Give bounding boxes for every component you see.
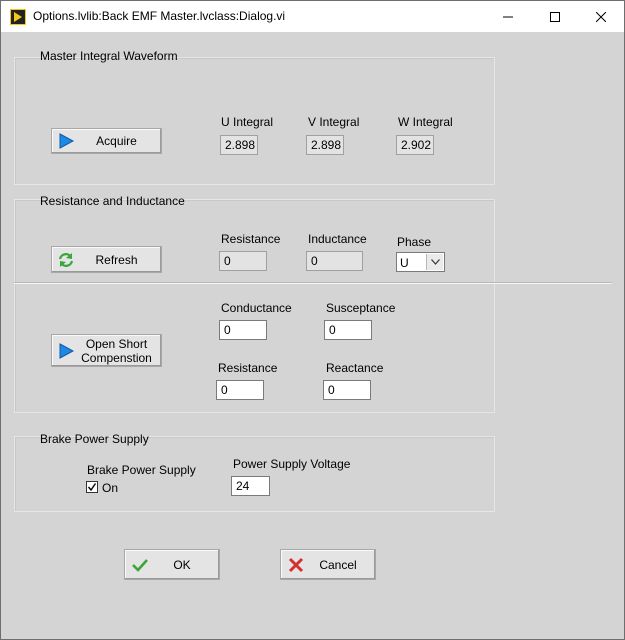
conductance-label: Conductance <box>221 301 292 315</box>
resistance-inductance-title: Resistance and Inductance <box>40 194 185 208</box>
inductance-label: Inductance <box>308 232 367 246</box>
brake-power-supply-label: Brake Power Supply <box>87 463 196 477</box>
open-short-compensation-button[interactable]: Open Short Compenstion <box>51 334 162 367</box>
refresh-button[interactable]: Refresh <box>51 246 162 273</box>
resistance-field: 0 <box>219 251 267 271</box>
phase-select[interactable]: U <box>396 252 445 272</box>
v-integral-field: 2.898 <box>306 135 344 155</box>
close-icon <box>596 11 606 22</box>
conductance-field[interactable]: 0 <box>219 320 267 340</box>
close-button[interactable] <box>578 1 624 32</box>
refresh-label: Refresh <box>95 252 138 267</box>
maximize-icon <box>550 11 560 22</box>
brake-power-title: Brake Power Supply <box>40 432 149 446</box>
v-integral-label: V Integral <box>308 115 360 129</box>
ok-label: OK <box>173 557 191 572</box>
comp-resistance-field[interactable]: 0 <box>216 380 264 400</box>
section-divider <box>14 282 612 284</box>
cancel-label: Cancel <box>319 557 357 572</box>
minimize-icon <box>503 16 513 17</box>
u-integral-field: 2.898 <box>220 135 258 155</box>
labview-app-icon <box>10 9 26 25</box>
inductance-field: 0 <box>306 251 363 271</box>
resistance-label: Resistance <box>221 232 281 246</box>
w-integral-label: W Integral <box>398 115 453 129</box>
cancel-x-icon <box>288 557 304 572</box>
brake-on-checkbox[interactable] <box>86 481 98 493</box>
window-title: Options.lvlib:Back EMF Master.lvclass:Di… <box>33 9 286 23</box>
chevron-down-icon[interactable] <box>426 254 443 270</box>
brake-on-label: On <box>102 481 119 495</box>
comp-resistance-label: Resistance <box>218 361 278 375</box>
reactance-field[interactable]: 0 <box>323 380 371 400</box>
open-short-compensation-label: Open Short Compenstion <box>81 336 152 365</box>
play-icon <box>59 133 75 149</box>
ok-button[interactable]: OK <box>124 549 220 580</box>
power-supply-voltage-field[interactable]: 24 <box>231 476 270 496</box>
play-icon <box>59 342 75 359</box>
acquire-button[interactable]: Acquire <box>51 128 162 154</box>
susceptance-label: Susceptance <box>326 301 396 315</box>
refresh-icon <box>58 252 74 267</box>
title-bar: Options.lvlib:Back EMF Master.lvclass:Di… <box>1 1 624 32</box>
phase-label: Phase <box>397 235 432 249</box>
acquire-label: Acquire <box>96 134 137 148</box>
u-integral-label: U Integral <box>221 115 274 129</box>
susceptance-field[interactable]: 0 <box>324 320 372 340</box>
w-integral-field: 2.902 <box>396 135 434 155</box>
minimize-button[interactable] <box>485 1 531 32</box>
reactance-label: Reactance <box>326 361 384 375</box>
checkmark-icon <box>87 483 97 492</box>
phase-select-value: U <box>400 256 409 270</box>
cancel-button[interactable]: Cancel <box>280 549 376 580</box>
dialog-window: Options.lvlib:Back EMF Master.lvclass:Di… <box>0 0 625 640</box>
master-integral-title: Master Integral Waveform <box>40 49 178 63</box>
maximize-button[interactable] <box>532 1 578 32</box>
checkmark-icon <box>132 558 148 572</box>
power-supply-voltage-label: Power Supply Voltage <box>233 457 351 471</box>
